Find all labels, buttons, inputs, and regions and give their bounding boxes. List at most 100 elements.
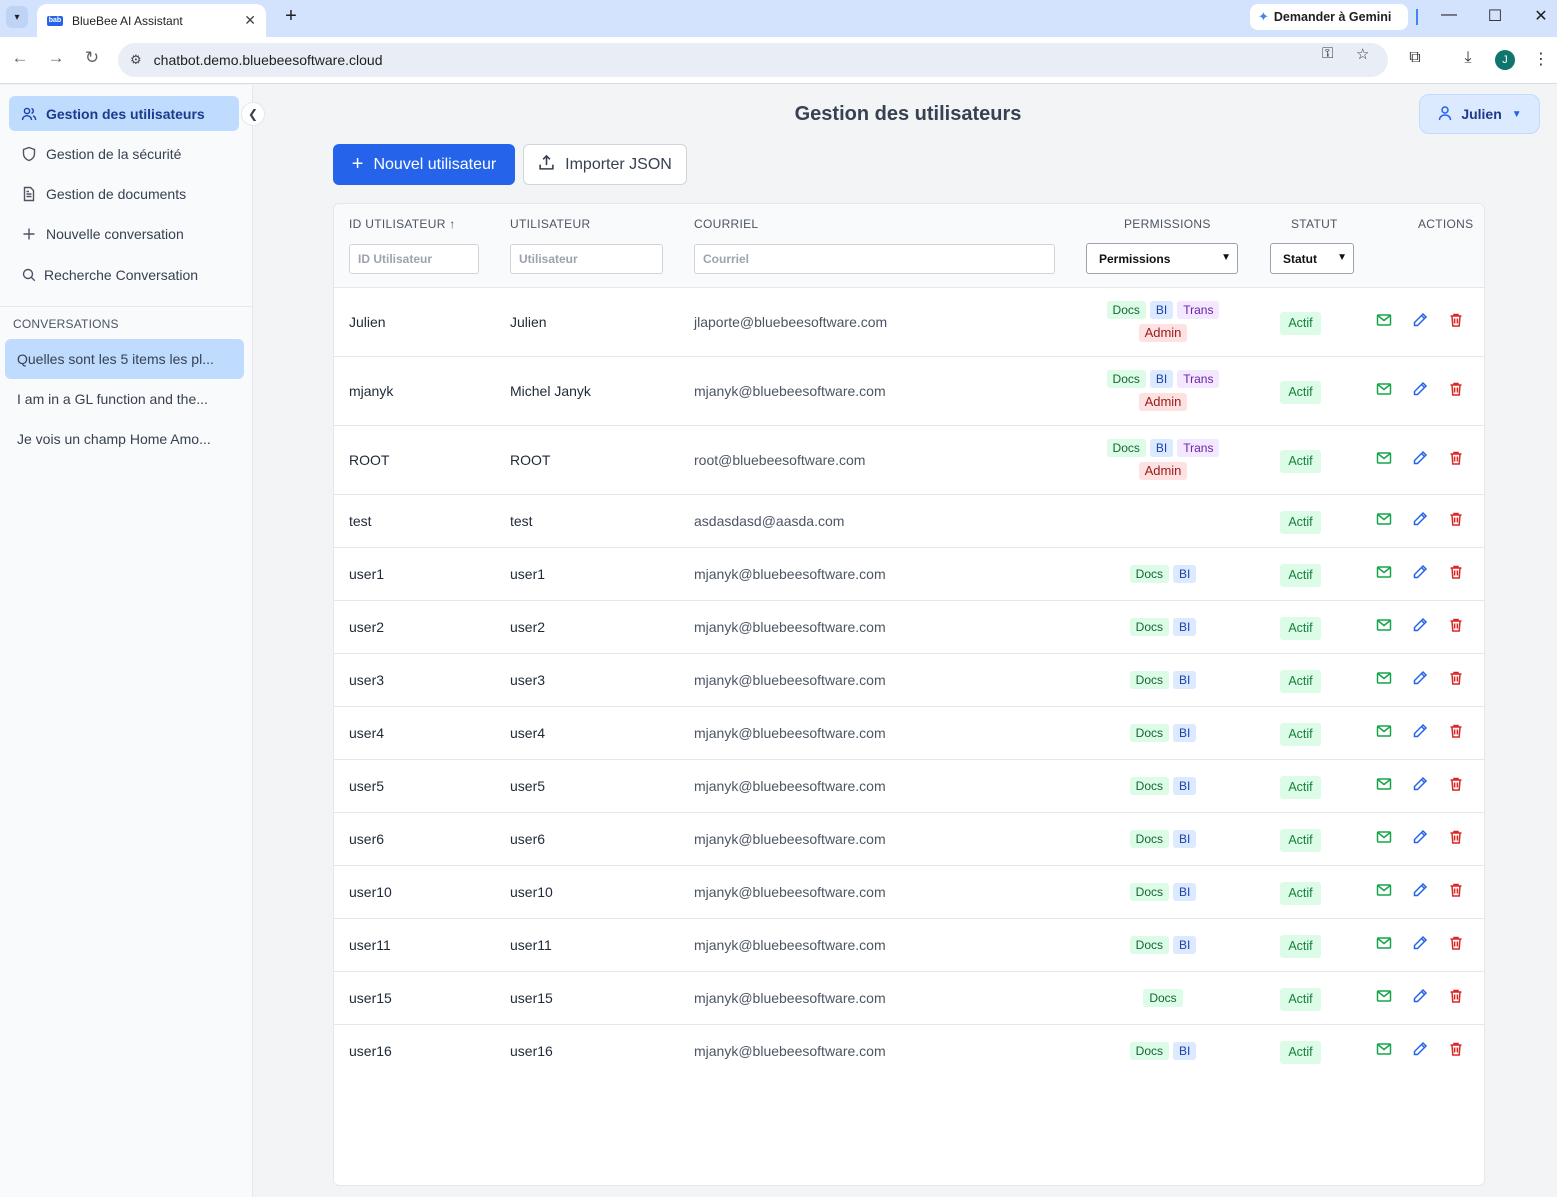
edit-user-button[interactable] (1411, 776, 1429, 795)
edit-user-button[interactable] (1411, 312, 1429, 331)
permissions-badges: Docs BI Trans Admin (1087, 369, 1239, 411)
id-filter-input[interactable]: ID Utilisateur (349, 244, 479, 274)
bookmark-star-icon[interactable]: ☆ (1356, 45, 1369, 63)
send-email-button[interactable] (1375, 883, 1393, 901)
delete-user-button[interactable] (1447, 1042, 1465, 1060)
table-row: user2 user2 mjanyk@bluebeesoftware.com Docs… (334, 600, 1484, 653)
send-email-button[interactable] (1375, 671, 1393, 689)
cell-user-name: Michel Janyk (510, 382, 591, 399)
sidebar-item-security[interactable]: Gestion de la sécurité (9, 136, 239, 171)
column-header-email[interactable]: COURRIEL (694, 217, 758, 231)
chevron-down-icon: ▼ (1221, 252, 1231, 263)
user-filter-input[interactable]: Utilisateur (510, 244, 663, 274)
edit-user-button[interactable] (1411, 723, 1429, 742)
address-bar[interactable]: ⚙ chatbot.demo.bluebeesoftware.cloud (118, 43, 1388, 77)
new-user-label: Nouvel utilisateur (373, 155, 497, 173)
delete-user-button[interactable] (1447, 936, 1465, 954)
send-email-button[interactable] (1375, 313, 1393, 331)
delete-user-button[interactable] (1447, 671, 1465, 689)
mail-icon (1376, 988, 1392, 1007)
delete-user-button[interactable] (1447, 618, 1465, 636)
extensions-icon[interactable]: ⧉ (1404, 49, 1426, 67)
send-email-button[interactable] (1375, 1042, 1393, 1060)
send-email-button[interactable] (1375, 451, 1393, 469)
status-badge: Actif (1280, 934, 1321, 958)
cell-user-name: user1 (510, 565, 546, 582)
mail-icon (1376, 450, 1392, 469)
status-filter-select[interactable]: Statut ▼ (1270, 243, 1354, 274)
email-filter-input[interactable]: Courriel (694, 244, 1055, 274)
send-email-button[interactable] (1375, 618, 1393, 636)
edit-user-button[interactable] (1411, 829, 1429, 848)
back-icon[interactable]: ← (8, 48, 32, 68)
reload-icon[interactable]: ↻ (80, 48, 104, 68)
window-close-icon[interactable]: ✕ (1529, 6, 1553, 26)
send-email-button[interactable] (1375, 382, 1393, 400)
tab-close-icon[interactable]: ✕ (244, 12, 256, 29)
delete-user-button[interactable] (1447, 512, 1465, 530)
table-row: Julien Julien jlaporte@bluebeesoftware.com… (334, 287, 1484, 356)
edit-user-button[interactable] (1411, 617, 1429, 636)
cell-user-id: test (349, 512, 372, 529)
forward-icon[interactable]: → (44, 48, 68, 68)
profile-avatar[interactable]: J (1495, 50, 1515, 70)
password-key-icon[interactable]: ⚿ (1322, 45, 1333, 62)
menu-kebab-icon[interactable]: ⋮ (1530, 49, 1552, 69)
send-email-button[interactable] (1375, 989, 1393, 1007)
send-email-button[interactable] (1375, 936, 1393, 954)
gemini-button[interactable]: ✦ Demander à Gemini (1250, 4, 1408, 30)
delete-user-button[interactable] (1447, 777, 1465, 795)
edit-user-button[interactable] (1411, 381, 1429, 400)
edit-user-button[interactable] (1411, 670, 1429, 689)
mail-icon (1376, 312, 1392, 331)
edit-user-button[interactable] (1411, 450, 1429, 469)
new-user-button[interactable]: + Nouvel utilisateur (333, 144, 515, 185)
delete-user-button[interactable] (1447, 989, 1465, 1007)
column-header-id[interactable]: ID UTILISATEUR ↑ (349, 217, 456, 231)
conversation-item[interactable]: Je vois un champ Home Amo... (5, 419, 244, 459)
maximize-icon[interactable]: ☐ (1483, 6, 1507, 26)
status-badge: Actif (1280, 987, 1321, 1011)
permissions-filter-select[interactable]: Permissions ▼ (1086, 243, 1238, 274)
delete-user-button[interactable] (1447, 313, 1465, 331)
permission-badge-bi: BI (1173, 829, 1197, 848)
delete-user-button[interactable] (1447, 724, 1465, 742)
column-header-user[interactable]: UTILISATEUR (510, 217, 590, 231)
edit-user-button[interactable] (1411, 988, 1429, 1007)
delete-user-button[interactable] (1447, 451, 1465, 469)
delete-user-button[interactable] (1447, 883, 1465, 901)
send-email-button[interactable] (1375, 565, 1393, 583)
sidebar-item-search-conversation[interactable]: Recherche Conversation (9, 257, 239, 292)
send-email-button[interactable] (1375, 830, 1393, 848)
chevron-down-icon: ▼ (1337, 252, 1347, 263)
send-email-button[interactable] (1375, 512, 1393, 530)
tab-search-dropdown-icon[interactable]: ▾ (6, 6, 28, 28)
delete-user-button[interactable] (1447, 565, 1465, 583)
send-email-button[interactable] (1375, 777, 1393, 795)
conversation-item[interactable]: I am in a GL function and the... (5, 379, 244, 419)
downloads-icon[interactable]: ⤓ (1457, 49, 1479, 67)
edit-user-button[interactable] (1411, 564, 1429, 583)
sidebar-collapse-button[interactable]: ❮ (241, 102, 265, 126)
edit-user-button[interactable] (1411, 1041, 1429, 1060)
import-json-button[interactable]: Importer JSON (523, 144, 687, 185)
delete-user-button[interactable] (1447, 382, 1465, 400)
browser-tab[interactable]: bab BlueBee AI Assistant ✕ (37, 4, 266, 37)
delete-user-button[interactable] (1447, 830, 1465, 848)
sidebar-item-users[interactable]: Gestion des utilisateurs (9, 96, 239, 131)
permission-badge-bi: BI (1173, 564, 1197, 583)
edit-user-button[interactable] (1411, 882, 1429, 901)
sidebar-item-new-conversation[interactable]: Nouvelle conversation (9, 216, 239, 251)
cell-user-name: user16 (510, 1042, 553, 1059)
edit-user-button[interactable] (1411, 511, 1429, 530)
permission-badge-admin: Admin (1138, 461, 1188, 480)
edit-user-button[interactable] (1411, 935, 1429, 954)
new-tab-icon[interactable]: + (280, 5, 302, 28)
user-menu-button[interactable]: Julien ▼ (1419, 94, 1540, 134)
minimize-icon[interactable]: — (1437, 6, 1461, 24)
tab-divider (1416, 9, 1418, 25)
send-email-button[interactable] (1375, 724, 1393, 742)
site-settings-icon[interactable]: ⚙ (130, 52, 142, 68)
conversation-item[interactable]: Quelles sont les 5 items les pl... (5, 339, 244, 379)
sidebar-item-documents[interactable]: Gestion de documents (9, 176, 239, 211)
